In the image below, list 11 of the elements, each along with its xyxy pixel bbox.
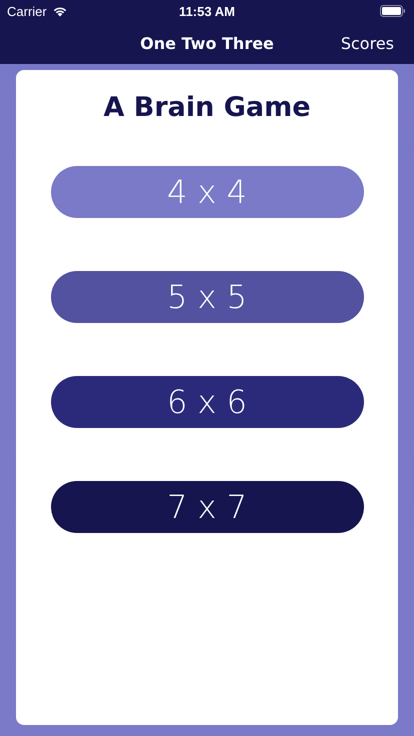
status-time: 11:53 AM — [179, 4, 235, 18]
grid-size-button[interactable]: 5 x 5 — [50, 271, 364, 323]
scores-button[interactable]: Scores — [340, 34, 394, 52]
grid-size-button[interactable]: 7 x 7 — [50, 481, 364, 533]
wifi-icon — [52, 5, 68, 17]
nav-title: One Two Three — [140, 34, 274, 52]
grid-size-button[interactable]: 4 x 4 — [50, 166, 364, 218]
grid-size-button[interactable]: 6 x 6 — [50, 376, 364, 428]
game-title: A Brain Game — [103, 92, 311, 123]
carrier-name: Carrier — [7, 4, 47, 18]
battery-icon — [380, 5, 406, 17]
